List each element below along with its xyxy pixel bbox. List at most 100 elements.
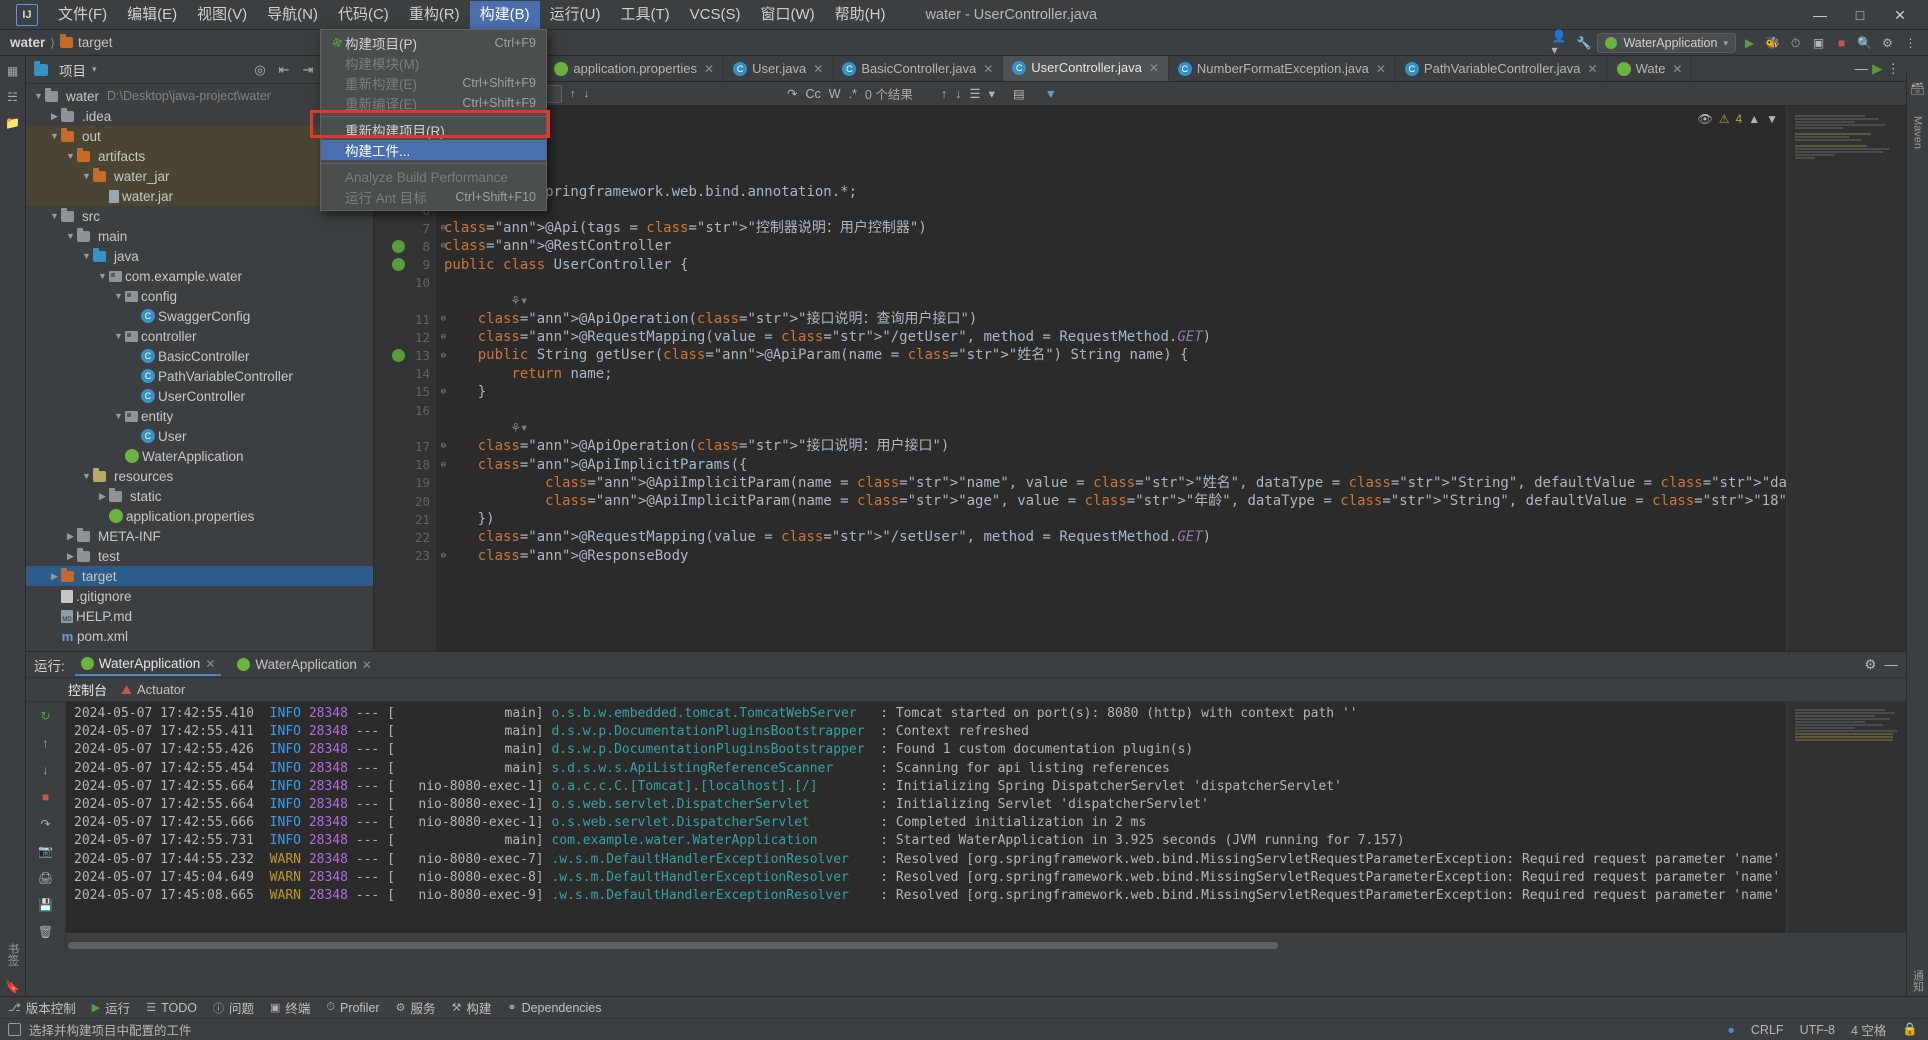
gutter-line-x17[interactable] <box>374 419 436 437</box>
chevron-down-icon[interactable]: ▼ <box>96 271 109 281</box>
lock-icon[interactable]: 🔒 <box>1902 1022 1918 1037</box>
gutter-line-22[interactable]: 22 <box>374 528 436 546</box>
code-editor[interactable]: 12345⊖67⊖8⊖91011⊖12⊖13⊖1415⊖1617⊖18⊖1920… <box>374 106 1906 651</box>
structure-tool-icon[interactable]: 📁 <box>4 114 22 132</box>
code-line-3[interactable]: entity.User; <box>444 146 1906 164</box>
close-icon[interactable]: ✕ <box>1672 62 1682 76</box>
gutter-line-23[interactable]: 23 ⊖ <box>374 547 446 565</box>
subtab-console[interactable]: 控制台 <box>68 680 107 699</box>
right-strip-tab-maven[interactable]: Maven <box>1911 112 1925 153</box>
code-line-6[interactable] <box>444 201 1906 219</box>
editor-code[interactable]: .controller; entity.User;ions.*;import o… <box>436 106 1906 651</box>
tree-node-swaggerconfig[interactable]: C SwaggerConfig <box>26 306 373 326</box>
gutter-line-16[interactable]: 16 <box>374 401 436 419</box>
gutter-line-11[interactable]: 11 ⊖ <box>374 310 446 328</box>
chevron-down-icon[interactable]: ▼ <box>80 251 93 261</box>
menu-item-9[interactable]: VCS(S) <box>680 1 751 29</box>
editor-tab-bar[interactable]: CSwaggerConfig.java✕application.properti… <box>374 56 1906 82</box>
chevron-down-icon[interactable]: ▼ <box>64 231 77 241</box>
code-fold-icon[interactable]: ⊖ <box>441 241 446 251</box>
menu-item-8[interactable]: 工具(T) <box>610 1 679 29</box>
stop-icon[interactable]: ■ <box>36 787 56 807</box>
menu-item-2[interactable]: 视图(V) <box>187 1 257 29</box>
find-down-icon[interactable]: ↓ <box>955 87 961 101</box>
bottom-tab-todo[interactable]: ☰ TODO <box>146 1001 197 1015</box>
code-fold-icon[interactable]: ⊖ <box>441 551 446 561</box>
menu-item-10[interactable]: 窗口(W) <box>750 1 824 29</box>
tree-node-help-md[interactable]: MD HELP.md <box>26 606 373 626</box>
find-wrap-icon[interactable]: ↷ <box>787 86 797 101</box>
gutter-line-19[interactable]: 19 <box>374 474 436 492</box>
console-minimap[interactable] <box>1786 702 1906 933</box>
code-line-11[interactable]: class="ann">@ApiOperation(class="str">"接… <box>444 310 1906 328</box>
right-strip-tab-notifications[interactable]: 通知 <box>1909 966 1927 996</box>
tree-node-pathvariablecontroller[interactable]: C PathVariableController <box>26 366 373 386</box>
menu-item-3[interactable]: 导航(N) <box>257 1 328 29</box>
minimize-icon[interactable]: — <box>1855 61 1869 76</box>
chevron-right-icon[interactable]: ▶ <box>96 491 109 502</box>
bottom-tab--[interactable]: ▶ 运行 <box>92 998 130 1017</box>
editor-tab-basiccontroller-java[interactable]: C BasicController.java ✕ <box>833 56 1004 81</box>
chevron-down-icon[interactable]: ▼ <box>32 91 45 101</box>
editor-tab-application-properties[interactable]: application.properties ✕ <box>545 56 725 81</box>
commit-tool-icon[interactable]: ☵ <box>4 88 22 106</box>
code-line-4[interactable]: ions.*; <box>444 165 1906 183</box>
code-line-9[interactable]: public class UserController { <box>444 256 1906 274</box>
find-up-icon[interactable]: ↑ <box>941 87 947 101</box>
tree-node-basiccontroller[interactable]: C BasicController <box>26 346 373 366</box>
menu-item-0[interactable]: 文件(F) <box>48 1 117 29</box>
editor-minimap[interactable] <box>1786 106 1906 651</box>
code-line-8[interactable]: class="ann">@RestController <box>444 237 1906 255</box>
code-line-1[interactable]: .controller; <box>444 110 1906 128</box>
close-icon[interactable]: ✕ <box>983 62 993 76</box>
run-icon[interactable]: ▶ <box>1872 61 1882 77</box>
editor-tab-pathvariablecontroller-java[interactable]: C PathVariableController.java ✕ <box>1396 56 1608 81</box>
whole-words-option[interactable]: W <box>829 87 841 101</box>
bottom-tool-bar[interactable]: ⎇ 版本控制 ▶ 运行 ☰ TODO ⓘ 问题 ▣ 终端 ⏱ Profiler ⚙ 服务 ⚒ 构建 ⚭ Depen… <box>0 996 1928 1018</box>
eye-icon[interactable]: 👁 <box>1698 112 1713 126</box>
chevron-right-icon[interactable]: ▶ <box>48 111 61 122</box>
more-icon[interactable]: ⋮ <box>1887 61 1901 77</box>
notification-icon[interactable]: ● <box>1727 1023 1735 1037</box>
tree-node-meta-inf[interactable]: ▶ META-INF <box>26 526 373 546</box>
maximize-button[interactable]: □ <box>1840 0 1880 30</box>
stop-icon[interactable]: ■ <box>1832 34 1851 53</box>
bottom-tab--[interactable]: ⓘ 问题 <box>213 998 254 1017</box>
code-line-22[interactable]: class="ann">@RequestMapping(value = clas… <box>444 528 1906 546</box>
run-tabs[interactable]: WaterApplication ✕ WaterApplication ✕ <box>74 653 378 676</box>
code-line-17[interactable]: class="ann">@ApiOperation(class="str">"接… <box>444 437 1906 455</box>
user-icon[interactable]: 👤▾ <box>1551 29 1570 57</box>
chevron-down-icon[interactable]: ▼ <box>80 171 93 181</box>
run-icon[interactable]: ▶ <box>1740 34 1759 53</box>
export-icon[interactable]: 💾 <box>36 895 56 915</box>
wrench-icon[interactable]: 🔧 <box>1574 34 1593 53</box>
code-line-21[interactable]: }) <box>444 510 1906 528</box>
gutter-line-x10[interactable] <box>374 292 436 310</box>
subtab-actuator[interactable]: ⛰ Actuator <box>121 682 185 698</box>
gear-icon[interactable]: ⚙ <box>1878 34 1897 53</box>
close-icon[interactable]: ✕ <box>813 62 823 76</box>
tree-node-controller[interactable]: ▼ controller <box>26 326 373 346</box>
gutter-line-15[interactable]: 15 ⊖ <box>374 383 446 401</box>
code-line-13[interactable]: public String getUser(class="ann">@ApiPa… <box>444 346 1906 364</box>
database-icon[interactable]: 🗃 <box>1909 80 1927 98</box>
project-tool-icon[interactable]: ▦ <box>4 62 22 80</box>
chevron-down-icon[interactable]: ▾ <box>92 64 97 75</box>
chevron-down-icon[interactable]: ▼ <box>48 211 61 221</box>
code-line-20[interactable]: class="ann">@ApiImplicitParam(name = cla… <box>444 492 1906 510</box>
coverage-icon[interactable]: ▣ <box>1809 34 1828 53</box>
scrollbar-thumb[interactable] <box>68 942 1278 949</box>
print-icon[interactable]: 🖨 <box>36 868 56 888</box>
close-icon[interactable]: ✕ <box>1376 62 1386 76</box>
tree-node-static[interactable]: ▶ static <box>26 486 373 506</box>
bottom-tab-dependencies[interactable]: ⚭ Dependencies <box>507 1001 601 1015</box>
chevron-down-icon[interactable]: ▼ <box>112 411 125 421</box>
chevron-down-icon[interactable]: ▼ <box>64 151 77 161</box>
console-output[interactable]: 2024-05-07 17:42:55.410 INFO 28348 --- [… <box>66 702 1786 933</box>
match-case-option[interactable]: Cc <box>805 87 820 101</box>
bottom-tab-profiler[interactable]: ⏱ Profiler <box>326 1001 379 1015</box>
spring-bean-gutter-icon[interactable] <box>392 239 405 253</box>
gutter-line-17[interactable]: 17 ⊖ <box>374 437 446 455</box>
chevron-down-icon[interactable]: ▼ <box>48 131 61 141</box>
line-separator-indicator[interactable]: CRLF <box>1751 1023 1784 1037</box>
